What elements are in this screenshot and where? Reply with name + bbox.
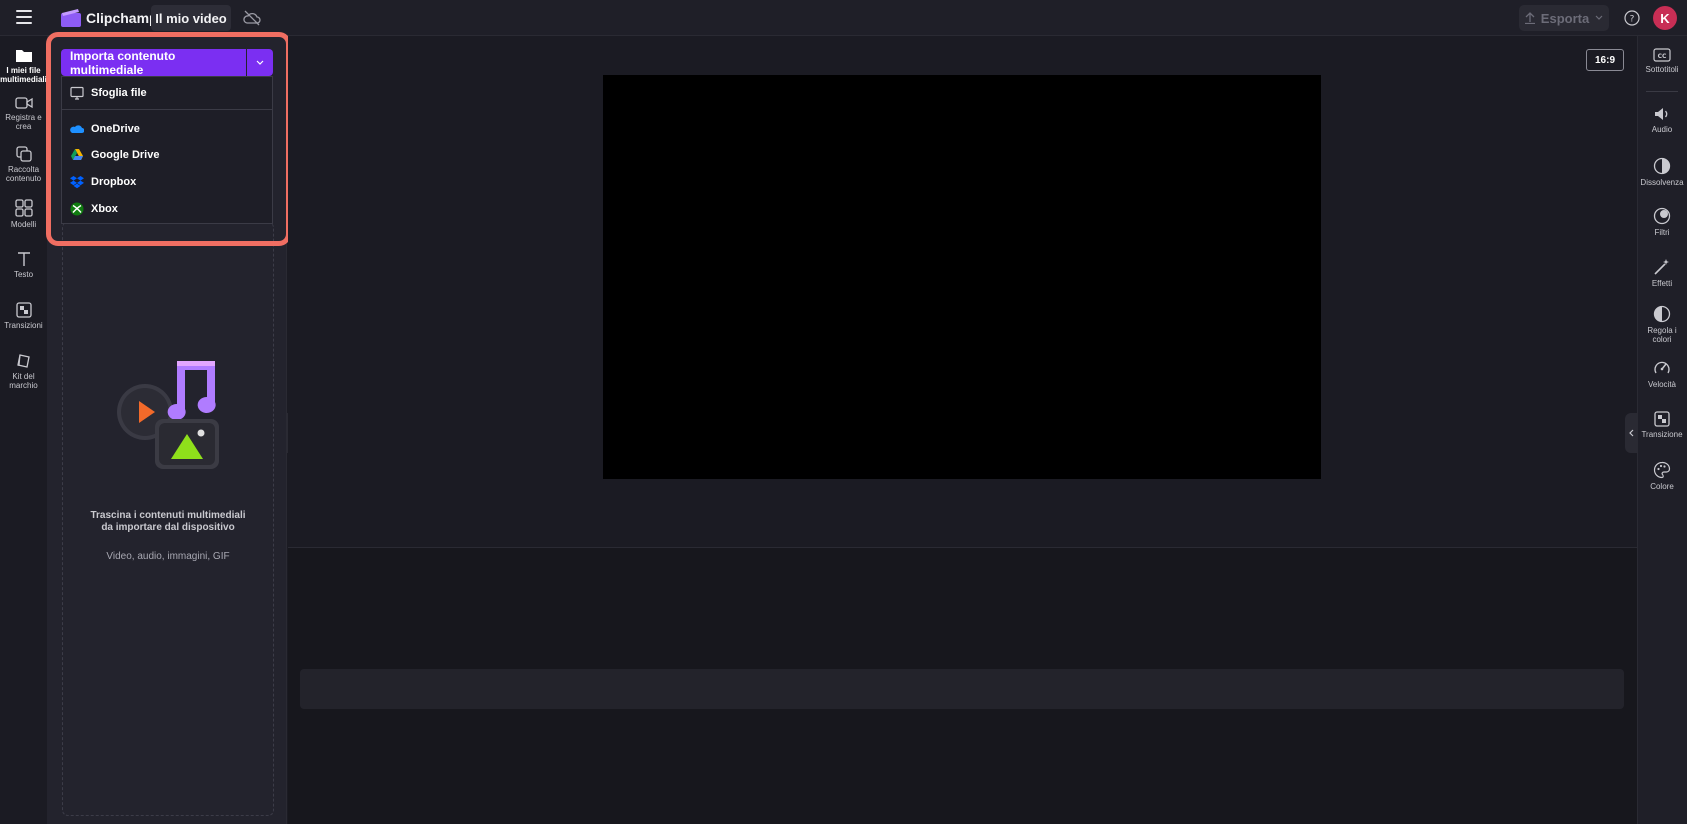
panel-adjust-colors[interactable]: Regola i colori [1637,305,1687,344]
library-icon [15,146,32,162]
import-media-button[interactable]: Importa contenuto multimediale [61,49,246,77]
dropzone-file-types: Video, audio, immagini, GIF [106,551,230,562]
xbox-icon [70,202,84,216]
dropzone-instructions: Trascina i contenuti multimediali da imp… [90,510,246,533]
chevron-left-icon [1629,429,1634,437]
panel-label: Transizione [1641,430,1683,439]
chevron-down-icon [256,60,264,65]
export-button[interactable]: Esporta [1519,5,1609,31]
user-avatar[interactable]: K [1653,6,1677,30]
panel-label: Filtri [1654,228,1670,237]
import-dropdown-toggle[interactable] [247,49,273,76]
svg-text:CC: CC [1658,53,1667,60]
panel-transition[interactable]: Transizione [1637,411,1687,439]
menu-item-google-drive[interactable]: Google Drive [62,143,272,167]
video-title[interactable]: Il mio video [151,5,231,31]
menu-item-xbox[interactable]: Xbox [62,197,272,221]
nav-label: Kit del marchio [9,372,38,390]
panel-label: Regola i colori [1647,326,1677,344]
nav-label: Registra e crea [5,113,42,131]
hamburger-menu-icon[interactable] [16,10,32,24]
palette-icon [1653,461,1671,479]
transition-icon [1654,411,1670,427]
effects-wand-icon [1654,259,1669,275]
nav-label: Testo [13,270,34,279]
cloud-off-icon[interactable] [243,10,261,26]
captions-icon: CC [1653,48,1671,62]
rail-divider [1646,91,1678,92]
panel-label: Sottotitoli [1645,65,1679,74]
media-illustration-icon [117,361,219,469]
dropbox-icon [70,176,84,189]
panel-color[interactable]: Colore [1637,461,1687,491]
filters-icon [1653,207,1671,225]
panel-label: Dissolvenza [1640,178,1684,187]
transitions-icon [15,302,32,318]
panel-label: Colore [1650,482,1674,491]
panel-effects[interactable]: Effetti [1637,258,1687,288]
speed-icon [1654,361,1670,374]
panel-label: Effetti [1651,279,1673,288]
panel-label: Audio [1651,125,1673,134]
video-preview-canvas[interactable] [603,75,1321,479]
camera-icon [14,97,33,109]
menu-item-browse-files[interactable]: Sfoglia file [62,81,272,105]
folder-icon [15,50,32,62]
aspect-ratio-button[interactable]: 16:9 [1586,49,1624,71]
panel-audio[interactable]: Audio [1637,106,1687,134]
help-icon[interactable]: ? [1624,10,1640,26]
menu-divider [62,109,272,110]
clipchamp-logo-icon [61,9,81,27]
onedrive-icon [70,125,84,133]
import-media-split-button: Importa contenuto multimediale [61,49,273,77]
google-drive-icon [71,149,83,160]
app-brand: Clipchamp [86,10,158,26]
nav-label: Modelli [10,220,37,229]
upload-icon [1524,12,1535,24]
export-label: Esporta [1540,10,1590,26]
speaker-icon [1655,108,1668,120]
svg-text:?: ? [1630,15,1635,25]
nav-my-media[interactable]: I miei file multimediali [0,47,47,84]
panel-label: Velocità [1647,380,1677,389]
nav-label: Raccolta contenuto [5,165,42,183]
nav-content-library[interactable]: Raccolta contenuto [0,146,47,183]
menu-item-dropbox[interactable]: Dropbox [62,170,272,194]
nav-record-create[interactable]: Registra e crea [0,96,47,131]
import-dropdown-menu: Sfoglia file OneDrive Google Drive Dropb… [61,76,273,224]
fade-icon [1653,157,1671,175]
adjust-colors-icon [1653,305,1671,323]
chevron-down-icon [1595,15,1603,20]
nav-text[interactable]: Testo [0,251,47,279]
monitor-icon [70,86,84,100]
nav-label: I miei file multimediali [0,66,47,84]
nav-label: Transizioni [4,321,43,330]
menu-item-label: Dropbox [91,176,137,188]
brand-kit-icon [16,354,30,368]
panel-fade[interactable]: Dissolvenza [1637,157,1687,187]
menu-item-onedrive[interactable]: OneDrive [62,117,272,141]
text-icon [17,252,30,266]
panel-filters[interactable]: Filtri [1637,207,1687,237]
panel-captions[interactable]: CC Sottotitoli [1637,48,1687,74]
menu-item-label: Xbox [91,203,118,215]
nav-templates[interactable]: Modelli [0,199,47,229]
menu-item-label: Sfoglia file [91,87,147,99]
menu-item-label: OneDrive [91,123,140,135]
nav-brand-kit[interactable]: Kit del marchio [0,353,47,390]
panel-speed[interactable]: Velocità [1637,359,1687,389]
collapse-right-panel-button[interactable] [1625,413,1637,453]
timeline-track[interactable] [300,669,1624,709]
nav-transitions[interactable]: Transizioni [0,302,47,330]
menu-item-label: Google Drive [91,149,160,161]
templates-icon [14,199,33,217]
